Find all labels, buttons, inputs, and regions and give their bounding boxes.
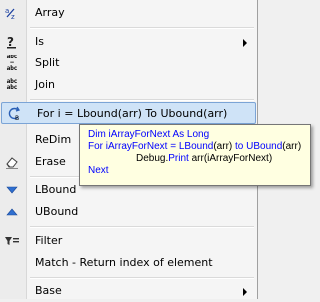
submenu-arrow-icon [243,39,247,47]
menu-item-ubound[interactable]: UBound [0,201,257,223]
code-text: arr(iArrayForNext) [188,153,273,164]
code-line: For iArrayForNext = LBound(arr) to UBoun… [88,141,310,153]
code-keyword: As Long [172,129,210,140]
separator [30,277,254,279]
help-icon: ? [4,34,20,50]
menu-item-label: Base [35,284,62,297]
menu-item-label: Array [35,6,65,19]
code-text: (arr) [213,141,236,152]
menu-item-label: UBound [35,205,79,218]
array-icon: az [4,5,20,21]
code-keyword: Print [168,153,189,164]
menu-item-label: ReDim [35,133,72,146]
code-line: Debug.Print arr(iArrayForNext) [88,153,310,165]
menu-item-array[interactable]: az Array [0,2,257,24]
code-keyword: LBound [178,141,214,152]
loop-icon: B [6,106,22,122]
split-icon: abc — abc [6,55,18,71]
menu-item-is[interactable]: ? Is [0,31,257,53]
menu-item-label: For i = Lbound(arr) To Ubound(arr) [37,107,228,120]
menu-item-label: Erase [35,155,66,168]
code-keyword: UBound [246,141,283,152]
separator [30,27,254,29]
menu-item-label: Split [35,56,60,69]
code-keyword: Dim [88,129,106,140]
menu-item-label: LBound [35,183,77,196]
svg-text:B: B [15,115,19,122]
code-keyword: Next [88,165,109,176]
code-keyword: For [88,141,103,152]
menu-item-label: Match - Return index of element [35,256,213,269]
eraser-icon [4,154,20,170]
svg-text:z: z [11,13,15,21]
menu-item-filter[interactable]: Filter [0,230,257,252]
separator [30,99,254,101]
svg-text:a: a [5,7,9,15]
code-line: Next [88,165,310,177]
code-line: Dim iArrayForNext As Long [88,129,310,141]
menu-item-label: Join [35,78,56,91]
code-text: iArrayForNext [105,129,173,140]
arrow-up-icon [4,204,20,220]
menu-item-for-loop[interactable]: B For i = Lbound(arr) To Ubound(arr) [1,102,256,124]
menu-item-split[interactable]: abc — abc Split [0,52,257,74]
code-text: (arr) [282,141,302,152]
menu-item-match[interactable]: Match - Return index of element [0,252,257,274]
menu-item-label: Filter [35,234,63,247]
code-text: iArrayForNext = [103,141,179,152]
svg-text:?: ? [7,35,14,49]
separator [30,226,254,228]
join-icon: abc abc [6,78,18,91]
menu-item-label: Is [35,35,44,48]
code-preview-tooltip: Dim iArrayForNext As Long For iArrayForN… [79,124,311,186]
filter-icon [4,233,20,249]
arrow-down-icon [4,182,20,198]
code-text: Debug. [136,153,169,164]
submenu-arrow-icon [243,288,247,296]
menu-item-join[interactable]: abc abc Join [0,74,257,96]
